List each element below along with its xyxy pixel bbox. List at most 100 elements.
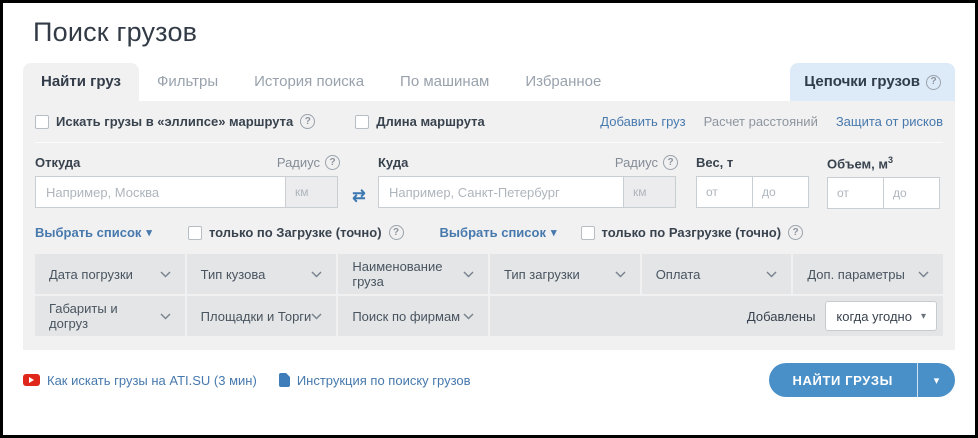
filter-dropdown-platforms[interactable]: Площадки и Торги: [187, 296, 337, 336]
chevron-down-icon: [311, 271, 322, 278]
exact-unloading-checkbox-group: только по Разгрузке (точно) ?: [581, 225, 804, 240]
filter-dropdown-body-type[interactable]: Тип кузова: [187, 254, 337, 294]
route-length-checkbox[interactable]: [355, 115, 369, 129]
volume-labels: Объем, м3: [827, 155, 940, 171]
tab-by-trucks[interactable]: По машинам: [382, 63, 507, 101]
distance-calc-link[interactable]: Расчет расстояний: [704, 114, 818, 129]
filter-grid: Дата погрузки Тип кузова Наименование гр…: [35, 254, 943, 336]
destination-pick-list-link[interactable]: Выбрать список ▾: [440, 225, 557, 240]
weight-labels: Вес, т: [696, 155, 809, 170]
destination-radius-label: Радиус: [615, 155, 658, 170]
chevron-down-icon: [615, 271, 626, 278]
search-panel: Искать грузы в «эллипсе» маршрута ? Длин…: [23, 101, 955, 350]
weight-group: Вес, т: [696, 155, 809, 208]
caret-down-icon: ▾: [146, 226, 152, 239]
how-to-video-link[interactable]: Как искать грузы на ATI.SU (3 мин): [23, 373, 257, 388]
destination-label: Куда: [378, 155, 408, 170]
ellipse-checkbox-label: Искать грузы в «эллипсе» маршрута: [56, 114, 293, 129]
destination-radius-label-group: Радиус ?: [615, 155, 678, 170]
filter-dropdown-loading-type[interactable]: Тип загрузки: [490, 254, 640, 294]
ellipse-checkbox[interactable]: [35, 115, 49, 129]
added-filter-cell: Добавлены когда угодно ▾: [490, 296, 943, 336]
destination-input[interactable]: [378, 176, 624, 208]
help-icon[interactable]: ?: [663, 155, 678, 170]
chevron-down-icon: [311, 313, 322, 320]
tab-favorites[interactable]: Избранное: [507, 63, 619, 101]
tab-search-history[interactable]: История поиска: [236, 63, 382, 101]
tab-cargo-chains[interactable]: Цепочки грузов ?: [790, 63, 955, 101]
origin-radius-label: Радиус: [277, 155, 320, 170]
added-label: Добавлены: [747, 309, 816, 324]
app-window: Поиск грузов Найти груз Фильтры История …: [0, 0, 978, 438]
exact-unloading-checkbox[interactable]: [581, 226, 595, 240]
filter-dropdown-firms[interactable]: Поиск по фирмам: [338, 296, 488, 336]
chevron-down-icon: [463, 313, 474, 320]
exact-loading-checkbox[interactable]: [188, 226, 202, 240]
route-form: Откуда Радиус ? ⇄ Куда Радиус: [35, 155, 943, 212]
tab-cargo-chains-label: Цепочки грузов: [804, 63, 920, 101]
route-length-checkbox-group: Длина маршрута: [355, 114, 484, 129]
chevron-down-icon: [160, 313, 171, 320]
swap-directions-icon[interactable]: ⇄: [340, 180, 378, 212]
search-button-group: НАЙТИ ГРУЗЫ ▾: [769, 363, 955, 397]
help-icon[interactable]: ?: [926, 75, 941, 90]
volume-from-input[interactable]: [827, 177, 884, 209]
origin-group: Откуда Радиус ?: [35, 155, 340, 208]
find-cargo-dropdown-button[interactable]: ▾: [917, 363, 955, 397]
exact-loading-checkbox-label: только по Загрузке (точно): [209, 225, 382, 240]
origin-labels: Откуда Радиус ?: [35, 155, 340, 170]
route-length-checkbox-label: Длина маршрута: [376, 114, 484, 129]
filter-dropdown-dimensions[interactable]: Габариты и догруз: [35, 296, 185, 336]
destination-radius-input[interactable]: [624, 176, 676, 208]
exact-unloading-checkbox-label: только по Разгрузке (точно): [602, 225, 782, 240]
caret-down-icon: ▾: [921, 311, 926, 322]
chevron-down-icon: [918, 271, 929, 278]
chevron-down-icon: [463, 271, 474, 278]
exact-loading-checkbox-group: только по Загрузке (точно) ?: [188, 225, 404, 240]
volume-group: Объем, м3: [827, 155, 940, 209]
help-icon[interactable]: ?: [300, 114, 315, 129]
help-icon[interactable]: ?: [325, 155, 340, 170]
ellipse-checkbox-group: Искать грузы в «эллипсе» маршрута ?: [35, 114, 315, 129]
volume-label: Объем, м3: [827, 155, 893, 171]
footer: Как искать грузы на ATI.SU (3 мин) Инстр…: [23, 350, 955, 410]
risk-protection-link[interactable]: Защита от рисков: [836, 114, 943, 129]
help-icon[interactable]: ?: [389, 225, 404, 240]
origin-input[interactable]: [35, 176, 286, 208]
page-title: Поиск грузов: [33, 17, 975, 48]
document-icon: [279, 373, 290, 387]
filter-dropdown-cargo-name[interactable]: Наименование груза: [338, 254, 488, 294]
weight-label: Вес, т: [696, 155, 733, 170]
quick-links: Добавить груз Расчет расстояний Защита о…: [600, 114, 943, 129]
filter-row-1: Дата погрузки Тип кузова Наименование гр…: [35, 254, 943, 294]
chevron-down-icon: [160, 271, 171, 278]
destination-labels: Куда Радиус ?: [378, 155, 678, 170]
origin-radius-input[interactable]: [286, 176, 338, 208]
caret-down-icon: ▾: [551, 226, 557, 239]
destination-group: Куда Радиус ?: [378, 155, 678, 208]
filter-dropdown-loading-date[interactable]: Дата погрузки: [35, 254, 185, 294]
volume-to-input[interactable]: [883, 177, 940, 209]
add-cargo-link[interactable]: Добавить груз: [600, 114, 685, 129]
tab-find-cargo[interactable]: Найти груз: [23, 63, 139, 101]
origin-inputs: [35, 176, 340, 208]
help-icon[interactable]: ?: [788, 225, 803, 240]
origin-pick-list-link[interactable]: Выбрать список ▾: [35, 225, 152, 240]
origin-radius-label-group: Радиус ?: [277, 155, 340, 170]
manual-link[interactable]: Инструкция по поиску грузов: [279, 373, 471, 388]
options-row: Искать грузы в «эллипсе» маршрута ? Длин…: [35, 101, 943, 143]
filter-dropdown-extra-params[interactable]: Доп. параметры: [793, 254, 943, 294]
tab-bar: Найти груз Фильтры История поиска По маш…: [23, 63, 955, 101]
origin-label: Откуда: [35, 155, 80, 170]
destination-inputs: [378, 176, 678, 208]
find-cargo-button[interactable]: НАЙТИ ГРУЗЫ: [769, 363, 917, 397]
weight-from-input[interactable]: [696, 176, 753, 208]
filter-dropdown-payment[interactable]: Оплата: [642, 254, 792, 294]
tab-filters[interactable]: Фильтры: [139, 63, 236, 101]
weight-to-input[interactable]: [752, 176, 809, 208]
chevron-down-icon: [766, 271, 777, 278]
volume-inputs: [827, 177, 940, 209]
added-select[interactable]: когда угодно ▾: [825, 301, 937, 331]
filter-row-2: Габариты и догруз Площадки и Торги Поиск…: [35, 296, 943, 336]
weight-inputs: [696, 176, 809, 208]
